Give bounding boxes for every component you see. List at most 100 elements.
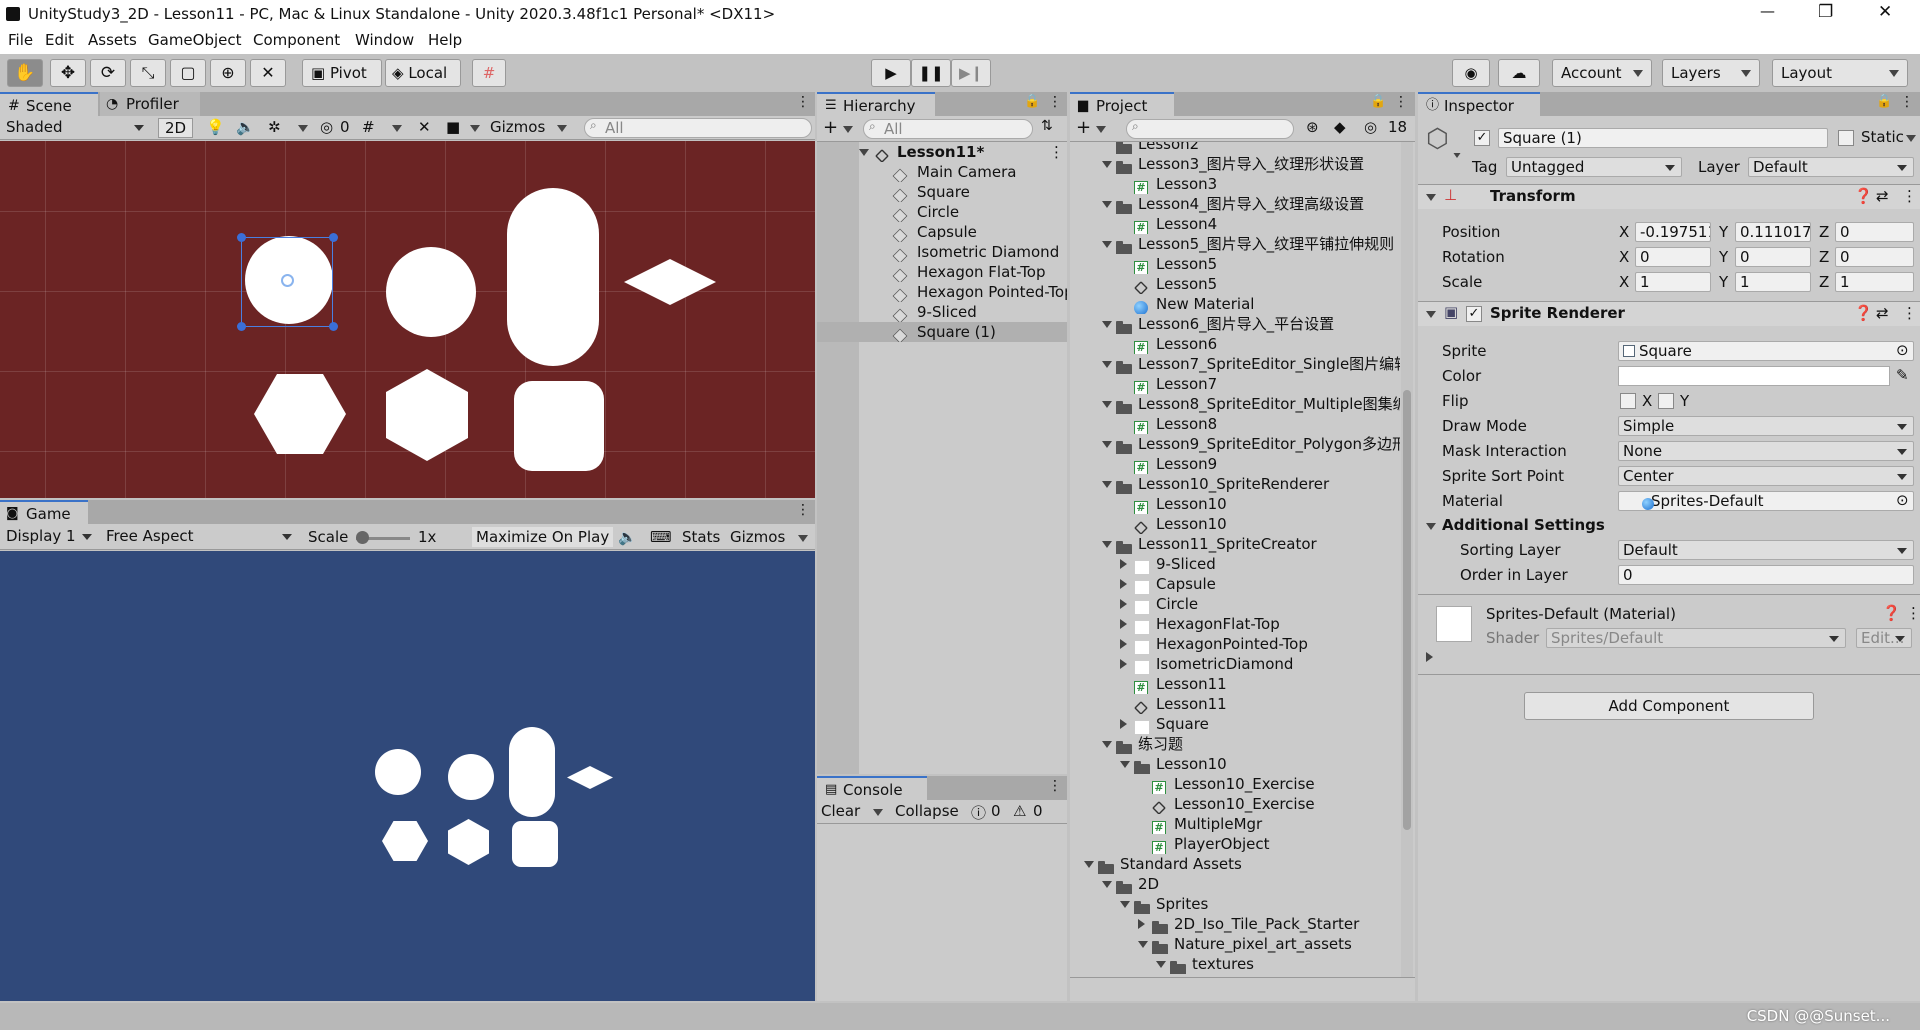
project-item[interactable]: # Lesson8 xyxy=(1070,414,1400,434)
grid-toggle-icon[interactable]: # xyxy=(362,118,375,136)
maximize-on-play-toggle[interactable]: Maximize On Play xyxy=(472,527,614,547)
project-item[interactable]: Sprites xyxy=(1070,894,1400,914)
hierarchy-item[interactable]: Hexagon Pointed-Top xyxy=(817,282,1067,302)
chevron-down-icon[interactable] xyxy=(1096,126,1106,133)
chevron-right-icon[interactable] xyxy=(1426,652,1433,662)
transform-tool-button[interactable]: ⊕ xyxy=(210,59,246,87)
project-item[interactable]: Lesson10 xyxy=(1070,754,1400,774)
position-y-field[interactable]: 0.1110173 xyxy=(1735,222,1811,242)
game-gizmos-toggle[interactable]: Gizmos xyxy=(730,528,785,546)
chevron-down-icon[interactable] xyxy=(298,125,308,132)
chevron-down-icon[interactable] xyxy=(1102,741,1112,748)
pivot-handle[interactable] xyxy=(281,274,294,287)
menu-gameobject[interactable]: GameObject xyxy=(148,31,242,49)
project-item[interactable]: 练习题 xyxy=(1070,734,1400,754)
project-item[interactable]: # Lesson7 xyxy=(1070,374,1400,394)
project-item[interactable]: Lesson10_Exercise xyxy=(1070,794,1400,814)
object-picker-icon[interactable]: ⊙ xyxy=(1896,341,1909,359)
component-menu-icon[interactable]: ⋮ xyxy=(1906,604,1920,622)
chevron-right-icon[interactable] xyxy=(1120,579,1127,589)
warning-icon[interactable]: ⚠ xyxy=(1013,802,1026,820)
chevron-down-icon[interactable] xyxy=(1120,901,1130,908)
selection-handle[interactable] xyxy=(329,233,338,242)
aspect-dropdown[interactable]: Free Aspect xyxy=(102,527,298,547)
help-icon[interactable]: ❓ xyxy=(1854,187,1873,205)
hierarchy-item[interactable]: Square xyxy=(817,182,1067,202)
scene-search-input[interactable]: All xyxy=(584,118,812,138)
scene-9-sliced[interactable] xyxy=(514,381,604,471)
scene-viewport[interactable] xyxy=(0,141,815,498)
active-checkbox[interactable]: ✓ xyxy=(1474,130,1490,146)
chevron-down-icon[interactable] xyxy=(1102,361,1112,368)
menu-assets[interactable]: Assets xyxy=(88,31,137,49)
chevron-down-icon[interactable] xyxy=(859,149,869,156)
game-menu-icon[interactable]: ⋮ xyxy=(796,502,810,518)
shading-mode-dropdown[interactable]: Shaded xyxy=(2,118,150,138)
rect-tool-button[interactable]: ▢ xyxy=(170,59,206,87)
order-in-layer-field[interactable]: 0 xyxy=(1618,565,1914,585)
material-field[interactable]: Sprites-Default xyxy=(1618,491,1914,511)
project-item[interactable]: Lesson2 xyxy=(1070,142,1400,154)
sort-icon[interactable]: ⇅ xyxy=(1041,118,1053,134)
chevron-down-icon[interactable] xyxy=(1156,961,1166,968)
project-item[interactable]: 9-Sliced xyxy=(1070,554,1400,574)
hierarchy-menu-icon[interactable]: ⋮ xyxy=(1048,94,1062,110)
layers-dropdown[interactable]: Layers xyxy=(1662,59,1760,87)
chevron-down-icon[interactable] xyxy=(1138,941,1148,948)
menu-window[interactable]: Window xyxy=(355,31,414,49)
selection-handle[interactable] xyxy=(329,322,338,331)
pivot-toggle[interactable]: ▣ Pivot xyxy=(302,59,382,87)
project-item[interactable]: 2D_Iso_Tile_Pack_Starter xyxy=(1070,914,1400,934)
local-toggle[interactable]: ◈ Local xyxy=(385,59,461,87)
audio-icon[interactable]: 🔈 xyxy=(236,118,255,136)
project-item[interactable]: # MultipleMgr xyxy=(1070,814,1400,834)
project-item[interactable]: Circle xyxy=(1070,594,1400,614)
shader-edit-button[interactable]: Edit... xyxy=(1856,628,1912,648)
scene-circle[interactable] xyxy=(386,247,476,337)
cloud-button[interactable]: ☁ xyxy=(1498,59,1540,87)
rotate-tool-button[interactable]: ⟳ xyxy=(90,59,126,87)
sorting-layer-dropdown[interactable]: Default xyxy=(1618,540,1914,560)
account-dropdown[interactable]: Account xyxy=(1552,59,1652,87)
chevron-down-icon[interactable] xyxy=(1102,441,1112,448)
project-menu-icon[interactable]: ⋮ xyxy=(1394,94,1408,110)
tab-console[interactable]: ▤ Console xyxy=(817,776,927,800)
project-item[interactable]: Lesson11 xyxy=(1070,694,1400,714)
transform-header[interactable]: ⊥ Transform ❓ ⇄ ⋮ xyxy=(1418,185,1920,209)
hidden-packages-icon[interactable]: ◎ xyxy=(1364,118,1377,136)
clear-button[interactable]: Clear xyxy=(821,802,860,820)
project-item[interactable]: # Lesson6 xyxy=(1070,334,1400,354)
pause-button[interactable]: ❚❚ xyxy=(911,59,951,87)
position-z-field[interactable]: 0 xyxy=(1835,222,1914,242)
custom-tool-button[interactable]: ✕ xyxy=(250,59,286,87)
lighting-icon[interactable]: 💡 xyxy=(206,118,225,136)
selection-handle[interactable] xyxy=(237,233,246,242)
tools-icon[interactable]: ✕ xyxy=(418,118,431,136)
chevron-right-icon[interactable] xyxy=(1120,719,1127,729)
object-name-field[interactable]: Square (1) xyxy=(1498,128,1828,148)
project-item[interactable]: 2D xyxy=(1070,874,1400,894)
project-item[interactable]: Lesson5 xyxy=(1070,274,1400,294)
chevron-down-icon[interactable] xyxy=(1102,201,1112,208)
scale-y-field[interactable]: 1 xyxy=(1735,272,1811,292)
chevron-down-icon[interactable] xyxy=(1426,194,1436,201)
chevron-right-icon[interactable] xyxy=(1120,659,1127,669)
move-tool-button[interactable]: ✥ xyxy=(50,59,86,87)
component-enabled-checkbox[interactable]: ✓ xyxy=(1466,306,1482,322)
shader-dropdown[interactable]: Sprites/Default xyxy=(1546,628,1846,648)
filter-label-icon[interactable]: ◆ xyxy=(1334,118,1346,136)
hierarchy-item[interactable]: Main Camera xyxy=(817,162,1067,182)
sprite-renderer-header[interactable]: ▣ ✓ Sprite Renderer ❓ ⇄ ⋮ xyxy=(1418,302,1920,326)
project-item[interactable]: IsometricDiamond xyxy=(1070,654,1400,674)
rotation-x-field[interactable]: 0 xyxy=(1635,247,1711,267)
project-item[interactable]: Square xyxy=(1070,714,1400,734)
console-menu-icon[interactable]: ⋮ xyxy=(1048,778,1062,794)
position-x-field[interactable]: -0.197511 xyxy=(1635,222,1711,242)
keyboard-icon[interactable]: ⌨ xyxy=(650,528,672,546)
lock-icon[interactable]: 🔒 xyxy=(1024,94,1040,109)
menu-file[interactable]: File xyxy=(8,31,33,49)
chevron-down-icon[interactable] xyxy=(1102,541,1112,548)
sprite-sort-point-dropdown[interactable]: Center xyxy=(1618,466,1914,486)
display-dropdown[interactable]: Display 1 xyxy=(2,527,98,547)
object-picker-icon[interactable]: ⊙ xyxy=(1896,491,1909,509)
